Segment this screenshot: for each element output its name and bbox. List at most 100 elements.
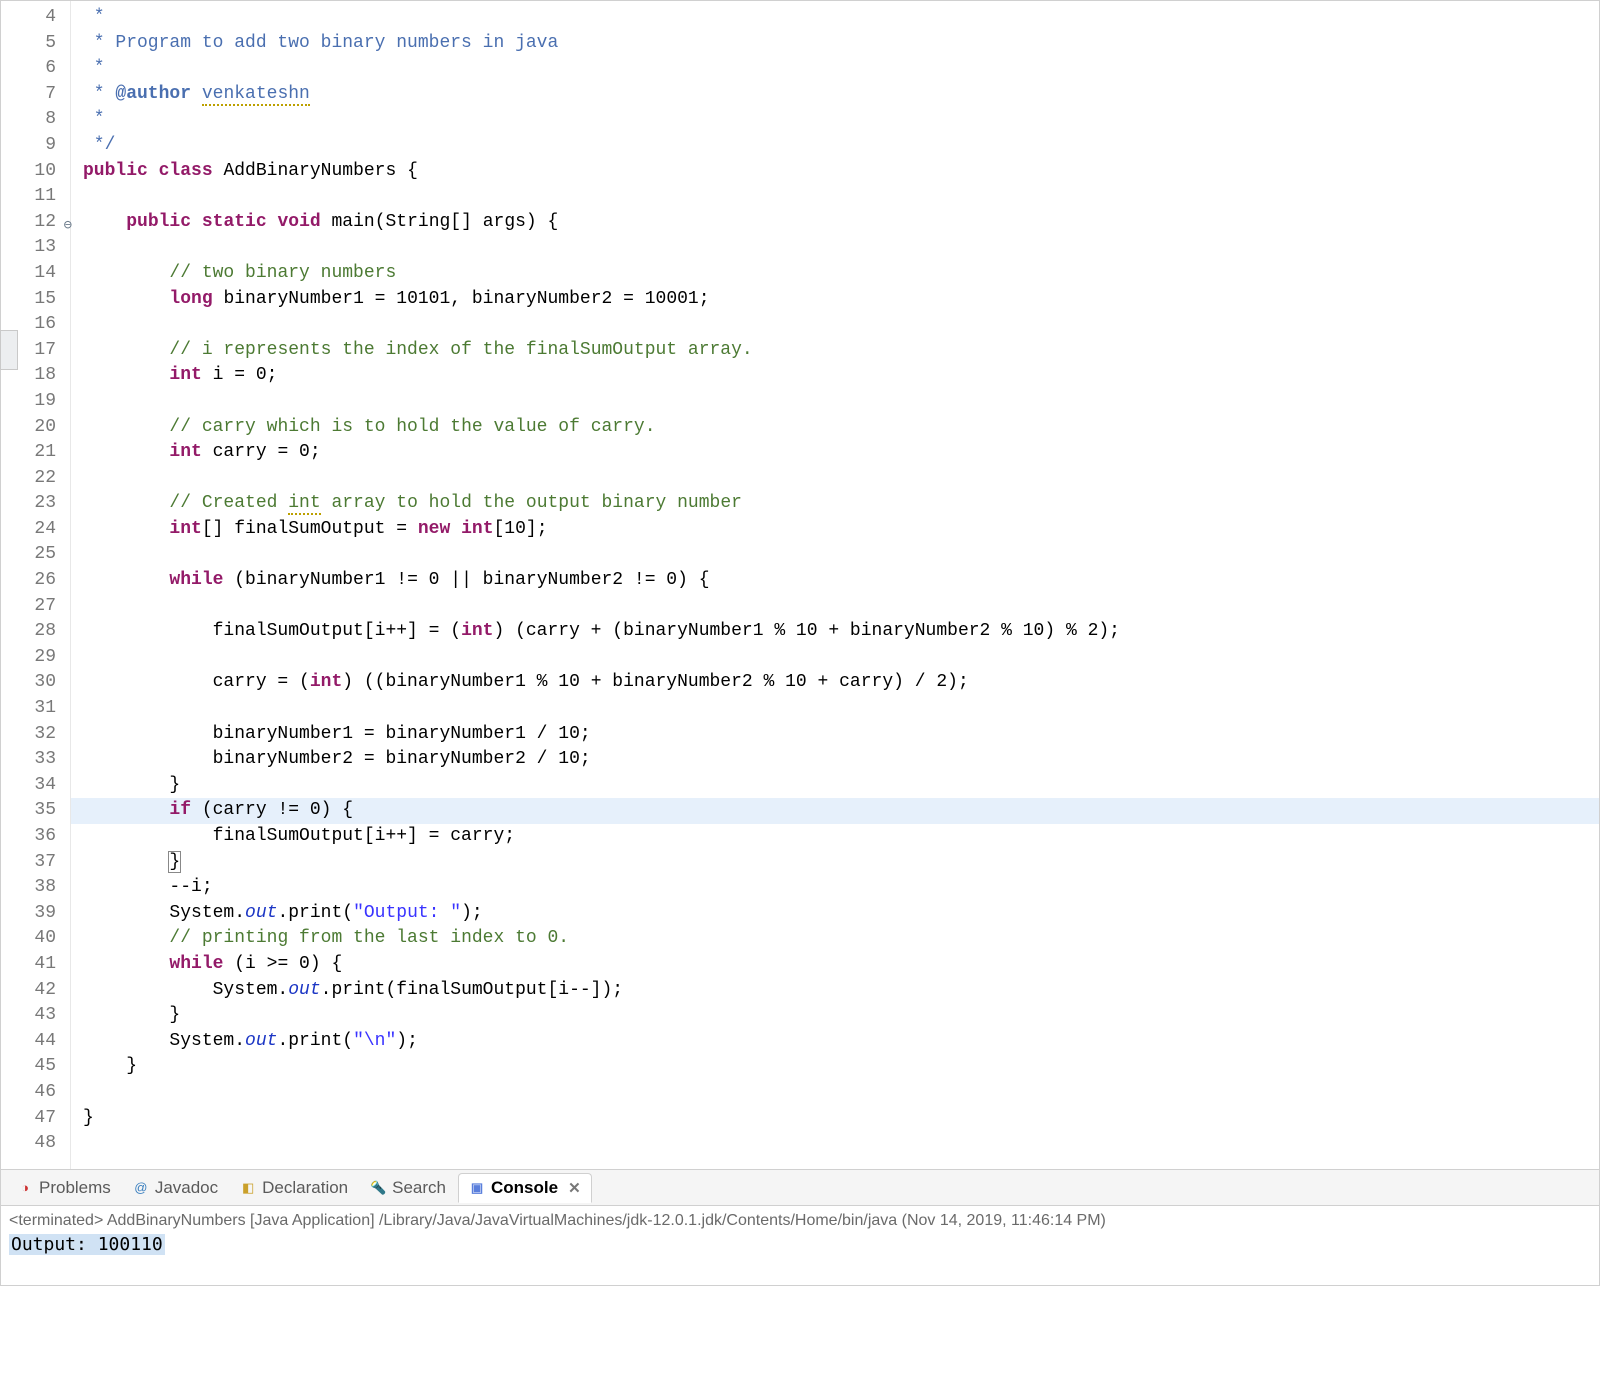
code-line[interactable]: // printing from the last index to 0.: [83, 926, 1599, 952]
line-number: 45: [1, 1054, 70, 1080]
code-line[interactable]: finalSumOutput[i++] = carry;: [83, 824, 1599, 850]
code-line[interactable]: }: [83, 773, 1599, 799]
code-line[interactable]: // Created int array to hold the output …: [83, 491, 1599, 517]
line-number: 33: [1, 747, 70, 773]
tab-label: Console: [491, 1178, 558, 1198]
line-number: 6: [1, 56, 70, 82]
line-number: 7: [1, 82, 70, 108]
line-number: 39: [1, 901, 70, 927]
line-number: 32: [1, 722, 70, 748]
console-icon: ▣: [469, 1180, 485, 1196]
code-line[interactable]: System.out.print("Output: ");: [83, 901, 1599, 927]
line-number: 13: [1, 235, 70, 261]
tab-label: Search: [392, 1178, 446, 1198]
line-number: 36: [1, 824, 70, 850]
console-output: Output: 100110: [9, 1234, 165, 1255]
code-line[interactable]: long binaryNumber1 = 10101, binaryNumber…: [83, 287, 1599, 313]
tab-javadoc[interactable]: @ Javadoc: [123, 1174, 228, 1202]
code-line[interactable]: [83, 389, 1599, 415]
line-number: 34: [1, 773, 70, 799]
line-number: 5: [1, 31, 70, 57]
line-number: 9: [1, 133, 70, 159]
code-line[interactable]: // carry which is to hold the value of c…: [83, 415, 1599, 441]
code-line[interactable]: [83, 184, 1599, 210]
code-line[interactable]: [83, 1131, 1599, 1157]
code-line[interactable]: }: [83, 1003, 1599, 1029]
line-number: 10: [1, 159, 70, 185]
tab-label: Declaration: [262, 1178, 348, 1198]
code-line[interactable]: [83, 466, 1599, 492]
code-line[interactable]: // i represents the index of the finalSu…: [83, 338, 1599, 364]
code-line[interactable]: if (carry != 0) {: [71, 798, 1599, 824]
code-line[interactable]: while (i >= 0) {: [83, 952, 1599, 978]
code-line[interactable]: */: [83, 133, 1599, 159]
line-number: 26: [1, 568, 70, 594]
line-number: 42: [1, 978, 70, 1004]
line-number: 31: [1, 696, 70, 722]
line-number: 21: [1, 440, 70, 466]
code-line[interactable]: * @author venkateshn: [83, 82, 1599, 108]
line-number: 29: [1, 645, 70, 671]
line-number: 37: [1, 850, 70, 876]
code-line[interactable]: --i;: [83, 875, 1599, 901]
code-line[interactable]: int[] finalSumOutput = new int[10];: [83, 517, 1599, 543]
code-line[interactable]: finalSumOutput[i++] = (int) (carry + (bi…: [83, 619, 1599, 645]
tab-problems[interactable]: ◑ Problems: [7, 1174, 121, 1202]
line-number-gutter: 4567891011121314151617181920212223242526…: [1, 1, 71, 1169]
line-number: 44: [1, 1029, 70, 1055]
code-line[interactable]: // two binary numbers: [83, 261, 1599, 287]
line-number: 48: [1, 1131, 70, 1157]
tab-declaration[interactable]: ◧ Declaration: [230, 1174, 358, 1202]
code-line[interactable]: *: [83, 107, 1599, 133]
close-icon[interactable]: ✕: [568, 1179, 581, 1197]
code-line[interactable]: binaryNumber1 = binaryNumber1 / 10;: [83, 722, 1599, 748]
code-area[interactable]: * * Program to add two binary numbers in…: [71, 1, 1599, 1169]
line-number: 11: [1, 184, 70, 210]
code-line[interactable]: int i = 0;: [83, 363, 1599, 389]
code-editor[interactable]: 4567891011121314151617181920212223242526…: [0, 0, 1600, 1170]
line-number: 18: [1, 363, 70, 389]
code-line[interactable]: [83, 312, 1599, 338]
code-line[interactable]: public class AddBinaryNumbers {: [83, 159, 1599, 185]
code-line[interactable]: System.out.print("\n");: [83, 1029, 1599, 1055]
code-line[interactable]: int carry = 0;: [83, 440, 1599, 466]
search-icon: 🔦: [370, 1180, 386, 1196]
tab-label: Problems: [39, 1178, 111, 1198]
line-number: 28: [1, 619, 70, 645]
line-number: 43: [1, 1003, 70, 1029]
line-number: 17: [1, 338, 70, 364]
line-number: 4: [1, 5, 70, 31]
line-number: 27: [1, 594, 70, 620]
code-line[interactable]: }: [83, 1054, 1599, 1080]
code-line[interactable]: carry = (int) ((binaryNumber1 % 10 + bin…: [83, 670, 1599, 696]
line-number: 12: [1, 210, 70, 236]
code-line[interactable]: [83, 1080, 1599, 1106]
code-line[interactable]: while (binaryNumber1 != 0 || binaryNumbe…: [83, 568, 1599, 594]
code-line[interactable]: * Program to add two binary numbers in j…: [83, 31, 1599, 57]
code-line[interactable]: public static void main(String[] args) {: [83, 210, 1599, 236]
code-line[interactable]: System.out.print(finalSumOutput[i--]);: [83, 978, 1599, 1004]
line-number: 24: [1, 517, 70, 543]
line-number: 23: [1, 491, 70, 517]
code-line[interactable]: [83, 542, 1599, 568]
code-line[interactable]: }: [83, 850, 1599, 876]
line-number: 25: [1, 542, 70, 568]
code-line[interactable]: }: [83, 1106, 1599, 1132]
problems-icon: ◑: [17, 1180, 33, 1196]
code-line[interactable]: [83, 645, 1599, 671]
line-number: 30: [1, 670, 70, 696]
line-number: 47: [1, 1106, 70, 1132]
line-number: 15: [1, 287, 70, 313]
code-line[interactable]: binaryNumber2 = binaryNumber2 / 10;: [83, 747, 1599, 773]
line-number: 35: [1, 798, 70, 824]
code-line[interactable]: [83, 696, 1599, 722]
tab-search[interactable]: 🔦 Search: [360, 1174, 456, 1202]
tab-console[interactable]: ▣ Console ✕: [458, 1173, 592, 1203]
code-line[interactable]: [83, 235, 1599, 261]
code-line[interactable]: *: [83, 5, 1599, 31]
line-number: 16: [1, 312, 70, 338]
code-line[interactable]: [83, 594, 1599, 620]
line-number: 8: [1, 107, 70, 133]
code-line[interactable]: *: [83, 56, 1599, 82]
line-number: 41: [1, 952, 70, 978]
